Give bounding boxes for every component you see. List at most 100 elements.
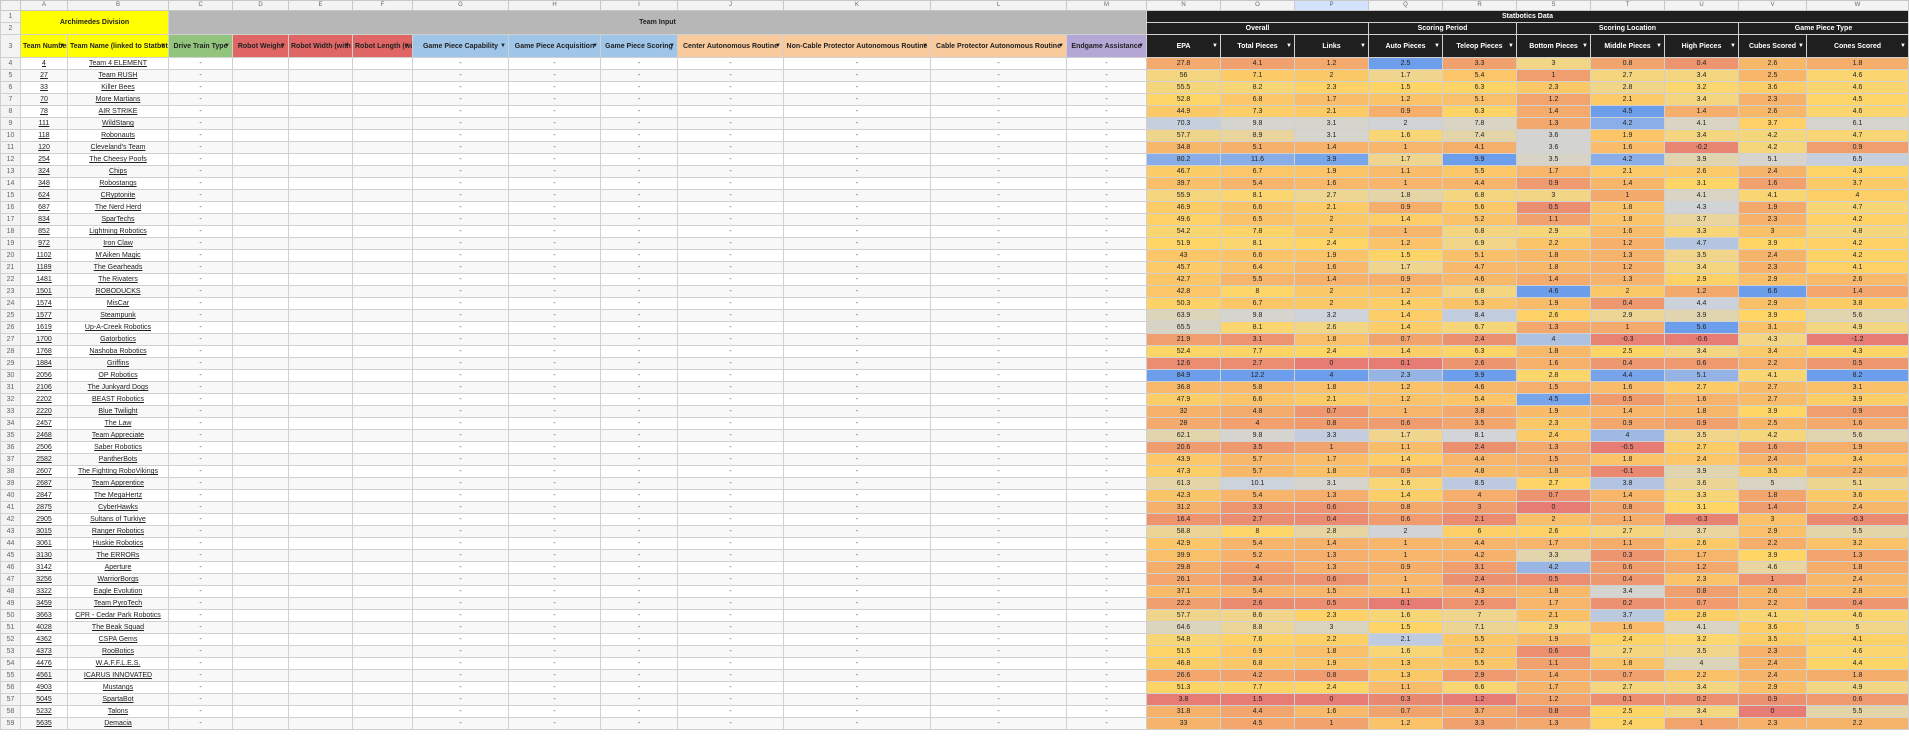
input-cell[interactable] — [288, 189, 353, 202]
input-cell[interactable] — [352, 717, 413, 730]
input-cell[interactable]: - — [783, 453, 931, 466]
input-cell[interactable]: - — [1066, 285, 1147, 298]
input-cell[interactable]: - — [677, 669, 784, 682]
input-cell[interactable]: - — [168, 573, 233, 586]
input-cell[interactable]: - — [168, 369, 233, 382]
input-cell[interactable]: - — [600, 213, 678, 226]
input-cell[interactable]: - — [508, 357, 601, 370]
input-cell[interactable]: - — [1066, 165, 1147, 178]
input-cell[interactable]: - — [1066, 225, 1147, 238]
input-cell[interactable]: - — [677, 429, 784, 442]
input-cell[interactable]: - — [677, 249, 784, 262]
input-cell[interactable] — [232, 357, 289, 370]
row-number[interactable]: 58 — [0, 705, 21, 718]
input-cell[interactable]: - — [508, 189, 601, 202]
team-number-link[interactable]: 834 — [38, 216, 50, 223]
row-number[interactable]: 33 — [0, 405, 21, 418]
input-cell[interactable] — [288, 225, 353, 238]
input-cell[interactable]: - — [930, 453, 1067, 466]
input-cell[interactable] — [232, 537, 289, 550]
filter-icon[interactable]: ▼ — [922, 43, 928, 49]
team-name-link[interactable]: Talons — [108, 708, 128, 715]
input-cell[interactable]: - — [677, 261, 784, 274]
input-cell[interactable]: - — [600, 345, 678, 358]
row-number[interactable]: 37 — [0, 453, 21, 466]
team-number-link[interactable]: 2847 — [36, 492, 52, 499]
input-cell[interactable]: - — [168, 81, 233, 94]
input-cell[interactable]: - — [930, 537, 1067, 550]
input-cell[interactable]: - — [168, 225, 233, 238]
column-header-B[interactable]: B — [67, 0, 169, 11]
input-cell[interactable]: - — [508, 621, 601, 634]
input-cell[interactable] — [288, 417, 353, 430]
input-cell[interactable] — [232, 213, 289, 226]
column-header-D[interactable]: D — [232, 0, 289, 11]
input-cell[interactable]: - — [600, 381, 678, 394]
team-number-link[interactable]: 852 — [38, 228, 50, 235]
input-cell[interactable]: - — [168, 213, 233, 226]
input-cell[interactable]: - — [1066, 501, 1147, 514]
input-cell[interactable]: - — [168, 333, 233, 346]
input-cell[interactable]: - — [930, 405, 1067, 418]
input-cell[interactable]: - — [508, 417, 601, 430]
input-cell[interactable] — [352, 93, 413, 106]
input-cell[interactable]: - — [412, 309, 509, 322]
input-cell[interactable] — [232, 165, 289, 178]
row-number[interactable]: 57 — [0, 693, 21, 706]
column-header-S[interactable]: S — [1516, 0, 1591, 11]
row-number[interactable]: 14 — [0, 177, 21, 190]
input-cell[interactable]: - — [508, 441, 601, 454]
input-cell[interactable]: - — [600, 513, 678, 526]
row-number[interactable]: 47 — [0, 573, 21, 586]
input-cell[interactable] — [288, 585, 353, 598]
filter-icon[interactable]: ▼ — [1900, 43, 1906, 49]
input-cell[interactable]: - — [930, 477, 1067, 490]
input-cell[interactable] — [288, 717, 353, 730]
input-cell[interactable] — [232, 201, 289, 214]
input-cell[interactable]: - — [677, 621, 784, 634]
input-cell[interactable]: - — [677, 369, 784, 382]
input-cell[interactable]: - — [783, 141, 931, 154]
team-name-link[interactable]: Mustangs — [103, 684, 133, 691]
input-cell[interactable]: - — [412, 717, 509, 730]
input-cell[interactable] — [288, 525, 353, 538]
input-cell[interactable]: - — [1066, 681, 1147, 694]
team-number-link[interactable]: 687 — [38, 204, 50, 211]
filter-icon[interactable]: ▼ — [1058, 43, 1064, 49]
filter-icon[interactable]: ▼ — [1360, 43, 1366, 49]
input-cell[interactable] — [288, 249, 353, 262]
input-cell[interactable] — [352, 429, 413, 442]
team-name-link[interactable]: Lightning Robotics — [89, 228, 147, 235]
input-cell[interactable]: - — [168, 429, 233, 442]
input-cell[interactable] — [352, 237, 413, 250]
team-name-link[interactable]: Team 4 ELEMENT — [89, 60, 147, 67]
input-cell[interactable] — [232, 297, 289, 310]
input-cell[interactable]: - — [412, 573, 509, 586]
team-number-link[interactable]: 2468 — [36, 432, 52, 439]
filter-icon[interactable]: ▼ — [404, 43, 410, 49]
team-number-link[interactable]: 254 — [38, 156, 50, 163]
row-number[interactable]: 46 — [0, 561, 21, 574]
input-cell[interactable]: - — [783, 57, 931, 70]
input-cell[interactable] — [352, 597, 413, 610]
input-cell[interactable] — [232, 525, 289, 538]
input-cell[interactable]: - — [412, 93, 509, 106]
team-number-link[interactable]: 3322 — [36, 588, 52, 595]
input-cell[interactable] — [232, 681, 289, 694]
input-cell[interactable]: - — [412, 645, 509, 658]
input-cell[interactable]: - — [412, 285, 509, 298]
row-number[interactable]: 4 — [0, 57, 21, 70]
team-number-link[interactable]: 4476 — [36, 660, 52, 667]
input-cell[interactable] — [288, 369, 353, 382]
input-cell[interactable]: - — [1066, 393, 1147, 406]
input-cell[interactable] — [232, 717, 289, 730]
input-cell[interactable]: - — [1066, 537, 1147, 550]
input-cell[interactable]: - — [412, 213, 509, 226]
input-cell[interactable]: - — [508, 549, 601, 562]
filter-icon[interactable]: ▼ — [500, 43, 506, 49]
input-cell[interactable]: - — [600, 441, 678, 454]
input-cell[interactable]: - — [930, 645, 1067, 658]
input-cell[interactable] — [352, 417, 413, 430]
input-cell[interactable] — [288, 513, 353, 526]
input-cell[interactable]: - — [677, 489, 784, 502]
